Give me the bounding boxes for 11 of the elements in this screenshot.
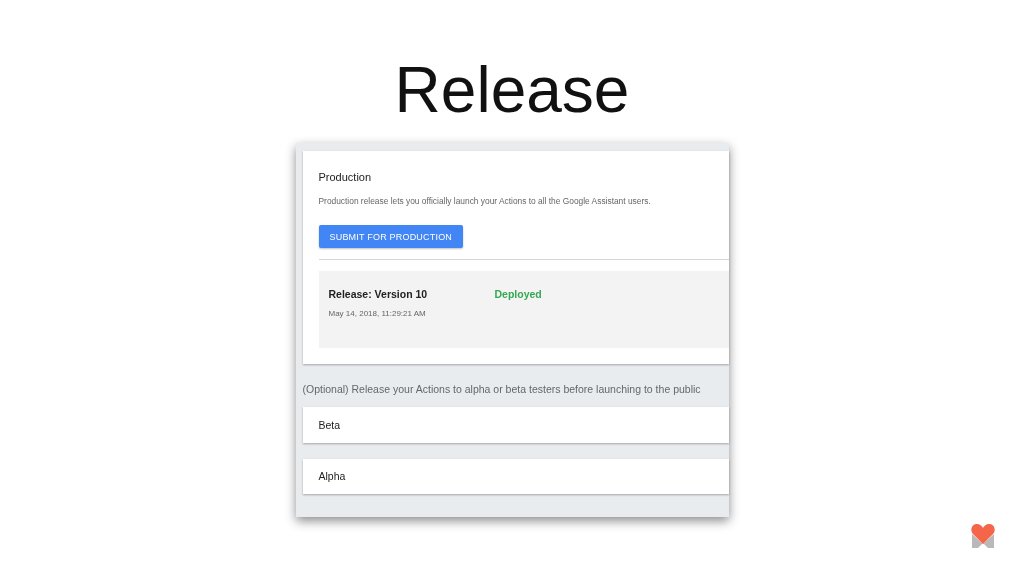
release-date: May 14, 2018, 11:29:21 AM xyxy=(328,309,427,318)
heart-logo-icon xyxy=(970,522,996,548)
submit-button[interactable]: SUBMIT FOR PRODUCTION xyxy=(318,225,464,248)
card-description: Production release lets you officially launch your Actions to all the Google Assistant users. xyxy=(318,196,651,207)
release-status: Deployed xyxy=(494,288,543,300)
track-card[interactable]: Alpha xyxy=(302,458,729,494)
optional-note: (Optional) Release your Actions to alpha or beta testers before launching to the public xyxy=(302,382,702,396)
slide-title: Release xyxy=(394,53,630,128)
card-title: Production xyxy=(318,170,372,184)
track-card[interactable]: Beta xyxy=(302,407,729,443)
release-name: Release: Version 10 xyxy=(328,288,429,300)
